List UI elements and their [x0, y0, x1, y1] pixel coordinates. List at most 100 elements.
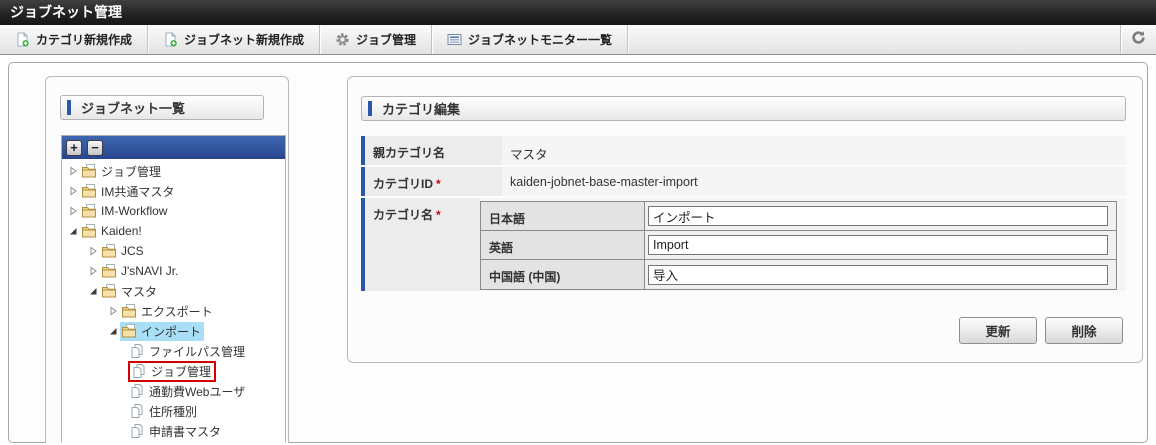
english-label: 英語 — [481, 231, 645, 259]
category-name-value-area: 日本語 英語 中国語 (中国) — [480, 198, 1126, 291]
new-category-button[interactable]: カテゴリ新規作成 — [0, 25, 148, 54]
jobnet-list-panel: ジョブネット一覧 + − ジョブ管理 IM共通マスタ IM-Workflow K… — [45, 76, 289, 443]
refresh-icon — [1131, 30, 1146, 50]
required-asterisk: * — [436, 208, 441, 222]
tree-node-label: Kaiden! — [101, 224, 142, 238]
locale-name-table: 日本語 英語 中国語 (中国) — [480, 201, 1117, 290]
folder-icon — [81, 163, 97, 179]
tree-node-im-common-master[interactable]: IM共通マスタ — [62, 181, 285, 201]
tree-node-export[interactable]: エクスポート — [62, 301, 285, 321]
folder-icon — [81, 223, 97, 239]
tree-node-label: マスタ — [121, 283, 157, 300]
japanese-name-input[interactable] — [648, 206, 1108, 226]
document-pages-icon — [129, 383, 145, 399]
tree-node-master[interactable]: マスタ — [62, 281, 285, 301]
monitor-list-icon — [447, 32, 462, 47]
chinese-label: 中国語 (中国) — [481, 260, 645, 289]
tree-node-label: 申請書マスタ — [149, 423, 221, 440]
category-id-row: カテゴリID* kaiden-jobnet-base-master-import — [361, 167, 1126, 196]
category-name-row: カテゴリ名* 日本語 英語 中国語 (中国) — [361, 198, 1126, 291]
locale-row-chinese: 中国語 (中国) — [481, 260, 1116, 289]
tree-node-label: IM共通マスタ — [101, 183, 174, 200]
english-name-input[interactable] — [648, 235, 1108, 255]
document-pages-icon — [129, 403, 145, 419]
doc-add-icon — [15, 32, 30, 47]
toolbar: カテゴリ新規作成 ジョブネット新規作成 ジョブ管理 ジョブネットモニター一覧 — [0, 25, 1156, 55]
tree-node-label: 通勤費Webユーザ — [149, 383, 245, 400]
chevron-collapsed-icon[interactable] — [67, 165, 79, 177]
locale-row-japanese: 日本語 — [481, 202, 1116, 231]
tree-node-label: ジョブ管理 — [101, 163, 161, 180]
category-name-label: カテゴリ名* — [365, 198, 480, 291]
tree-node-label: 住所種別 — [149, 403, 197, 420]
chevron-collapsed-icon[interactable] — [67, 205, 79, 217]
tree-node-jsnavi[interactable]: J'sNAVI Jr. — [62, 261, 285, 281]
tree-node-filepath-kanri[interactable]: ファイルパス管理 — [62, 341, 285, 361]
chevron-expanded-icon[interactable] — [67, 225, 79, 237]
collapse-all-button[interactable]: − — [87, 140, 103, 156]
folder-icon — [121, 323, 137, 339]
tree-node-jcs[interactable]: JCS — [62, 241, 285, 261]
form-actions: 更新 削除 — [959, 317, 1123, 344]
category-edit-panel: カテゴリ編集 親カテゴリ名 マスタ カテゴリID* kaiden-jobnet-… — [347, 76, 1143, 363]
document-pages-icon — [131, 363, 147, 379]
jobnet-monitor-list-label: ジョブネットモニター一覧 — [468, 31, 612, 48]
tree-node-im-workflow[interactable]: IM-Workflow — [62, 201, 285, 221]
job-management-label: ジョブ管理 — [356, 31, 416, 48]
category-edit-form: 親カテゴリ名 マスタ カテゴリID* kaiden-jobnet-base-ma… — [361, 134, 1126, 291]
parent-category-label: 親カテゴリ名 — [365, 136, 502, 165]
parent-category-row: 親カテゴリ名 マスタ — [361, 136, 1126, 165]
document-pages-icon — [129, 343, 145, 359]
tree-node-label: J'sNAVI Jr. — [121, 264, 178, 278]
tree-node-label: ジョブ管理 — [151, 363, 211, 380]
tree-toolbar: + − — [62, 136, 285, 159]
chevron-expanded-icon[interactable] — [87, 285, 99, 297]
update-button[interactable]: 更新 — [959, 317, 1037, 344]
delete-button[interactable]: 削除 — [1045, 317, 1123, 344]
tree-node-label: IM-Workflow — [101, 204, 167, 218]
folder-icon — [101, 263, 117, 279]
tree-node-application-master[interactable]: 申請書マスタ — [62, 421, 285, 441]
chinese-name-input[interactable] — [648, 265, 1108, 285]
refresh-button[interactable] — [1120, 25, 1156, 54]
category-edit-title: カテゴリ編集 — [382, 99, 460, 118]
new-category-label: カテゴリ新規作成 — [36, 31, 132, 48]
tree-node-commuter-web-user[interactable]: 通勤費Webユーザ — [62, 381, 285, 401]
tree-node-kaiden[interactable]: Kaiden! — [62, 221, 285, 241]
chevron-collapsed-icon[interactable] — [67, 185, 79, 197]
chevron-collapsed-icon[interactable] — [107, 305, 119, 317]
locale-row-english: 英語 — [481, 231, 1116, 260]
tree-node-import-selected[interactable]: インポート — [62, 321, 285, 341]
tree-node-label: ファイルパス管理 — [149, 343, 245, 360]
jobnet-list-panel-header[interactable]: ジョブネット一覧 — [60, 95, 264, 120]
tree-node-label: インポート — [141, 323, 201, 340]
tree-node-job-kanri[interactable]: ジョブ管理 — [62, 161, 285, 181]
chevron-collapsed-icon[interactable] — [87, 265, 99, 277]
tree-node-label: エクスポート — [141, 303, 213, 320]
job-management-button[interactable]: ジョブ管理 — [320, 25, 432, 54]
folder-icon — [81, 203, 97, 219]
new-jobnet-label: ジョブネット新規作成 — [184, 31, 304, 48]
folder-icon — [101, 283, 117, 299]
expand-all-button[interactable]: + — [66, 140, 82, 156]
japanese-label: 日本語 — [481, 202, 645, 230]
page-title: ジョブネット管理 — [0, 0, 1156, 25]
category-id-value: kaiden-jobnet-base-master-import — [502, 167, 1126, 196]
doc-add-icon — [163, 32, 178, 47]
parent-category-value: マスタ — [502, 136, 1126, 165]
chevron-expanded-icon[interactable] — [107, 325, 119, 337]
tree-body: ジョブ管理 IM共通マスタ IM-Workflow Kaiden! JCS J' — [62, 159, 285, 441]
tree-node-job-kanri-leaf[interactable]: ジョブ管理 — [62, 361, 285, 381]
document-pages-icon — [129, 423, 145, 439]
jobnet-list-title: ジョブネット一覧 — [81, 98, 185, 117]
tree-node-address-type[interactable]: 住所種別 — [62, 401, 285, 421]
red-annotation-box: ジョブ管理 — [128, 361, 216, 382]
category-id-label: カテゴリID* — [365, 167, 502, 196]
chevron-collapsed-icon[interactable] — [87, 245, 99, 257]
category-edit-header[interactable]: カテゴリ編集 — [361, 96, 1126, 121]
toolbar-spacer — [628, 25, 1120, 54]
folder-icon — [121, 303, 137, 319]
jobnet-monitor-list-button[interactable]: ジョブネットモニター一覧 — [432, 25, 628, 54]
new-jobnet-button[interactable]: ジョブネット新規作成 — [148, 25, 320, 54]
gear-icon — [335, 32, 350, 47]
